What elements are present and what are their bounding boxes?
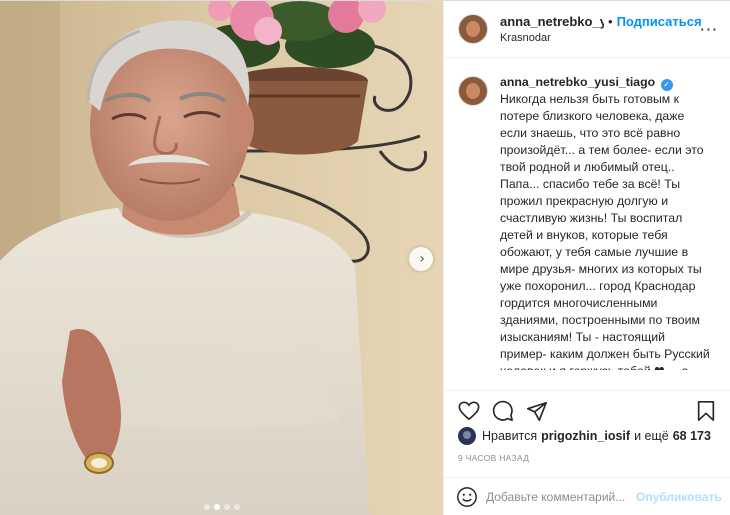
caption-text: Никогда нельзя быть готовым к потере бли… — [500, 92, 710, 370]
comment-button[interactable] — [490, 398, 516, 424]
header-line: anna_netrebko_yus • Подписаться — [500, 14, 702, 29]
caption: anna_netrebko_yusi_tiago ✓ Никогда нельз… — [500, 74, 710, 370]
instagram-post: › anna_netrebko_yus • Подписаться Krasno… — [0, 0, 730, 515]
comment-box: Опубликовать — [444, 477, 730, 515]
author-avatar[interactable] — [458, 14, 488, 44]
post-timestamp[interactable]: 9 часов назад — [458, 453, 529, 463]
post-header: anna_netrebko_yus • Подписаться Krasnoda… — [444, 1, 730, 58]
header-separator: • — [608, 14, 613, 29]
carousel-dots — [0, 504, 443, 510]
likes-prefix: Нравится — [482, 429, 538, 443]
share-button[interactable] — [524, 398, 550, 424]
emoji-button[interactable] — [456, 484, 478, 510]
likes-middle: и ещё — [634, 429, 669, 443]
action-bar — [444, 390, 730, 430]
like-button[interactable] — [456, 398, 482, 424]
publish-button[interactable]: Опубликовать — [636, 490, 722, 504]
post-photo[interactable]: › — [0, 1, 443, 515]
more-options-icon[interactable]: ··· — [700, 22, 718, 38]
likes-count-link[interactable]: 68 173 — [673, 429, 711, 443]
post-side-panel: anna_netrebko_yus • Подписаться Krasnoda… — [443, 1, 730, 515]
liker-avatar[interactable] — [458, 427, 476, 445]
location-link[interactable]: Krasnodar — [500, 32, 702, 44]
comment-icon — [492, 400, 513, 421]
smiley-icon — [457, 487, 477, 507]
author-username-link[interactable]: anna_netrebko_yus — [500, 14, 604, 29]
chevron-right-icon: › — [419, 251, 425, 267]
verified-badge-icon: ✓ — [660, 79, 673, 91]
photo-illustration — [0, 1, 443, 515]
liker-username-link[interactable]: prigozhin_iosif — [541, 429, 630, 443]
comment-input[interactable] — [486, 490, 636, 504]
save-button[interactable] — [693, 398, 719, 424]
carousel-dot — [233, 504, 240, 510]
share-icon — [527, 401, 547, 421]
caption-username-link[interactable]: anna_netrebko_yusi_tiago — [500, 75, 655, 89]
carousel-dot-active — [213, 504, 220, 510]
heart-icon — [458, 400, 480, 420]
bookmark-icon — [697, 400, 715, 421]
follow-button[interactable]: Подписаться — [617, 14, 702, 29]
header-text: anna_netrebko_yus • Подписаться Krasnoda… — [500, 14, 702, 44]
caption-area: anna_netrebko_yusi_tiago ✓ Никогда нельз… — [444, 58, 730, 370]
carousel-next-button[interactable]: › — [409, 247, 433, 271]
carousel-dot — [203, 504, 210, 510]
likes-summary: Нравится prigozhin_iosif и ещё 68 173 — [458, 426, 711, 446]
carousel-dot — [223, 504, 230, 510]
caption-author-avatar[interactable] — [458, 76, 488, 106]
